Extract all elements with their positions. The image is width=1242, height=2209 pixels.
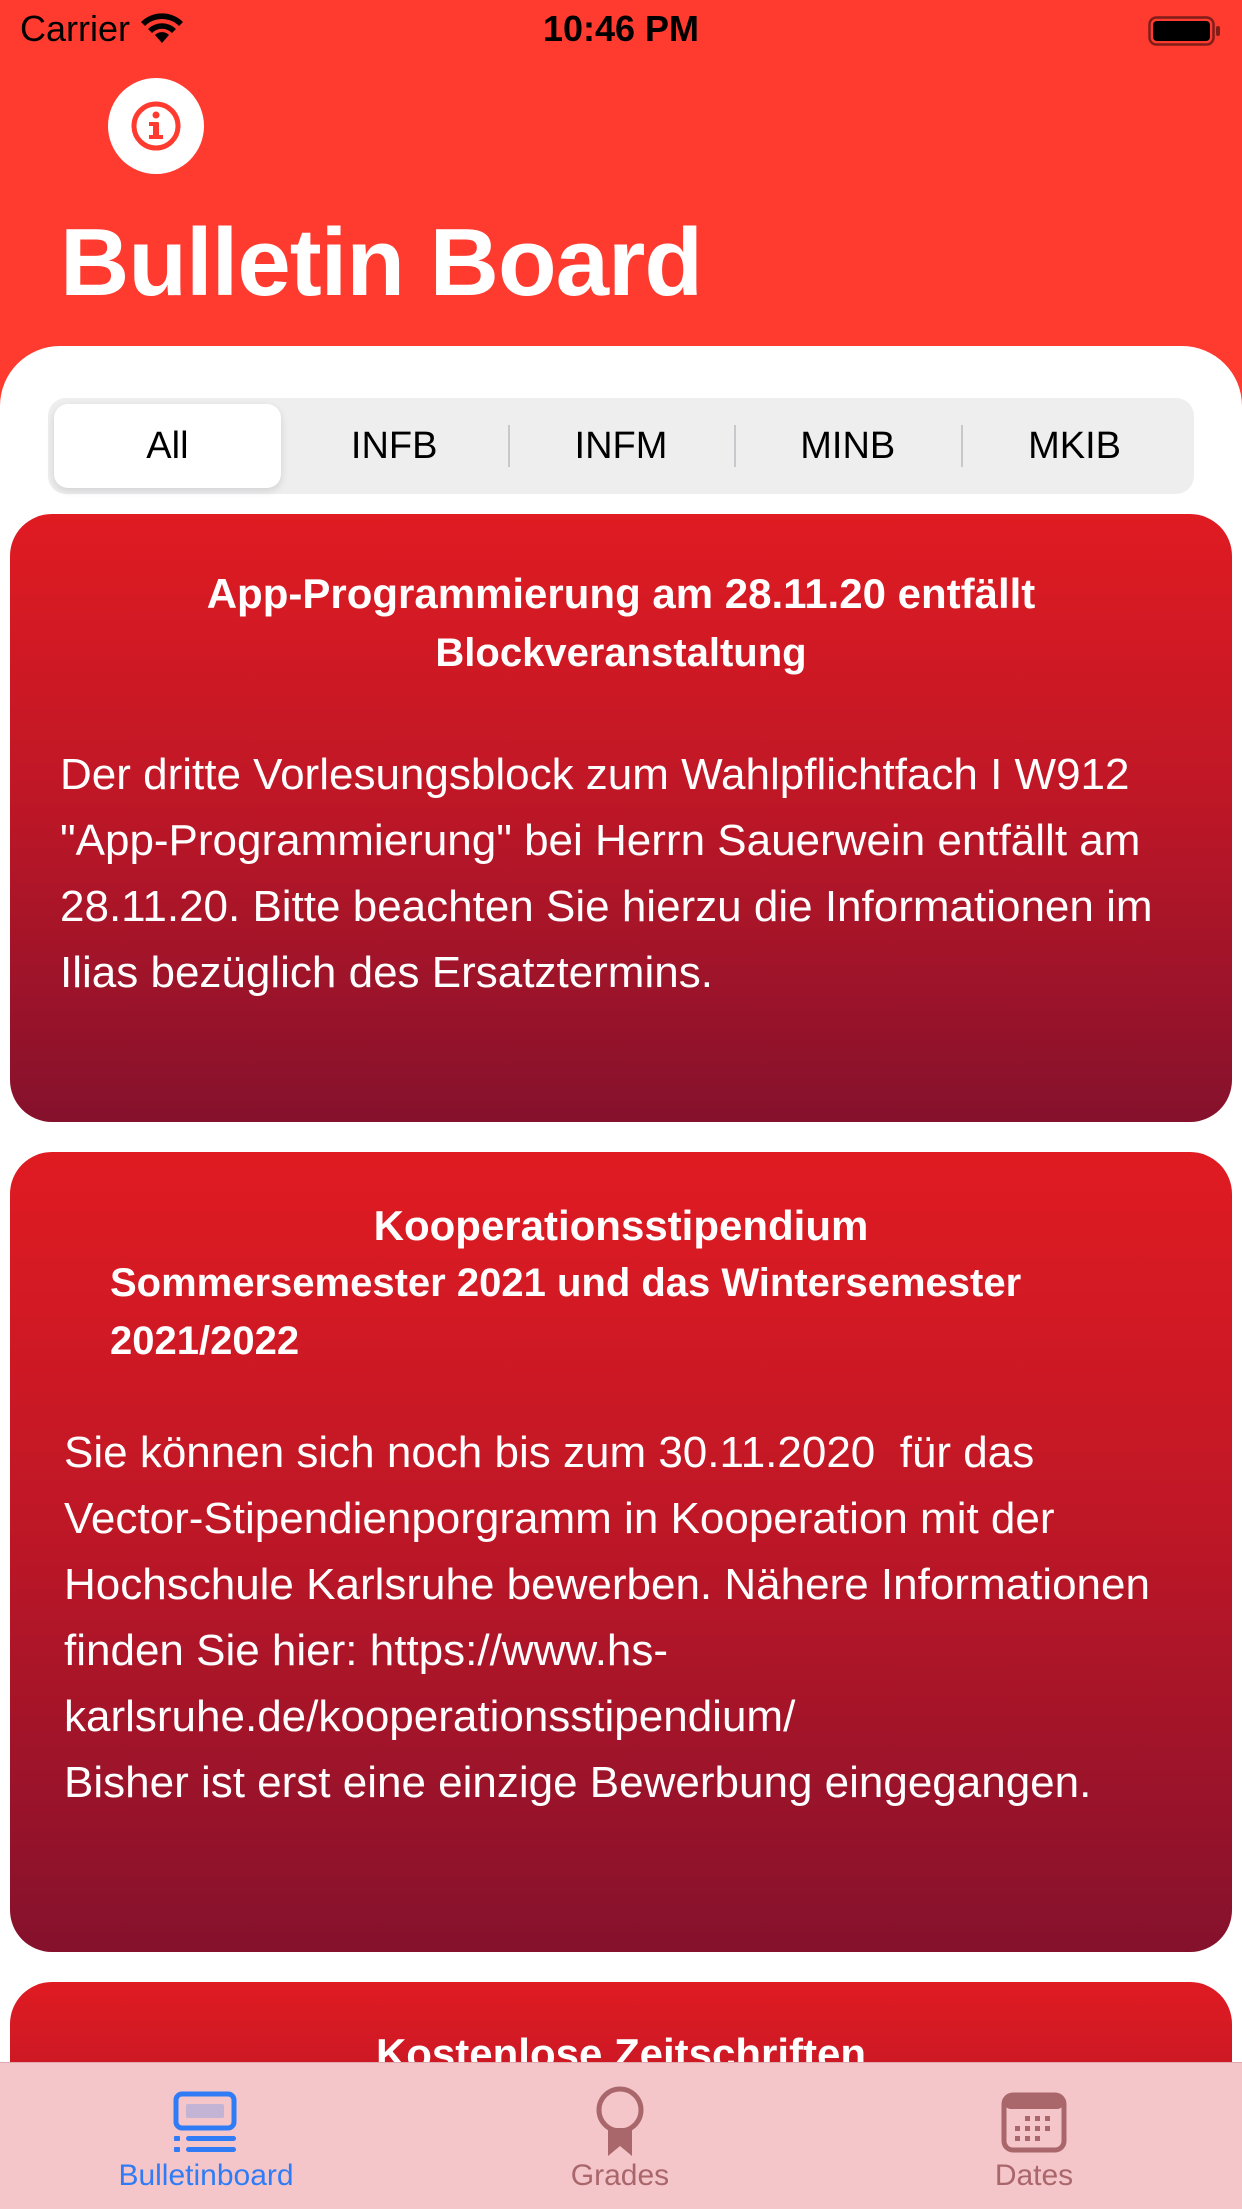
bulletin-title: Kostenlose Zeitschriften xyxy=(375,2030,867,2062)
battery-icon xyxy=(1148,16,1220,46)
info-button[interactable] xyxy=(108,78,204,174)
segment-label: INFM xyxy=(574,424,668,467)
bulletin-title: App-Programmierung am 28.11.20 entfällt xyxy=(206,570,1036,617)
segment-label: MINB xyxy=(800,424,896,467)
clock: 10:46 PM xyxy=(542,8,700,49)
tab-label: Bulletinboard xyxy=(118,2159,294,2192)
bulletinboard-icon xyxy=(173,2091,237,2152)
segment-all[interactable]: All xyxy=(54,404,281,488)
bulletin-subtitle: Sommersemester 2021 und das Wintersemest… xyxy=(110,1261,1022,1363)
segment-infb[interactable]: INFB xyxy=(281,404,508,488)
bulletin-card[interactable]: Kostenlose Zeitschriften xyxy=(10,1982,1232,2062)
segment-label: INFB xyxy=(350,424,438,467)
bulletin-title: Kooperationsstipendium xyxy=(373,1202,869,1249)
status-bar: Carrier 10:46 PM xyxy=(0,0,1242,62)
bulletin-body: Der dritte Vorlesungsblock zum Wahlpflic… xyxy=(60,750,1165,997)
segment-label: MKIB xyxy=(1028,424,1122,467)
segment-infm[interactable]: INFM xyxy=(507,404,735,488)
bulletin-body: Sie können sich noch bis zum 30.11.2020 … xyxy=(64,1428,1150,1807)
tab-label: Grades xyxy=(570,2159,670,2192)
info-icon xyxy=(131,101,181,151)
segment-minb[interactable]: MINB xyxy=(734,404,961,488)
tab-bar: Bulletinboard Grades Dates xyxy=(0,2062,1242,2209)
segment-label: All xyxy=(146,424,189,467)
tab-label: Dates xyxy=(994,2159,1074,2192)
award-icon xyxy=(596,2086,644,2156)
tab-grades[interactable]: Grades xyxy=(460,2063,780,2209)
degree-filter-segmented-control[interactable]: All INFB INFM MINB MKIB xyxy=(48,398,1194,494)
bulletin-subtitle: Blockveranstaltung xyxy=(435,631,807,675)
tab-dates[interactable]: Dates xyxy=(874,2063,1194,2209)
tab-bulletinboard[interactable]: Bulletinboard xyxy=(46,2063,366,2209)
calendar-icon xyxy=(1001,2092,1067,2153)
page-title: Bulletin Board xyxy=(60,209,703,316)
bulletin-list[interactable]: All INFB INFM MINB MKIB App-Programmieru… xyxy=(0,346,1242,2062)
bulletin-card[interactable]: App-Programmierung am 28.11.20 entfällt … xyxy=(10,514,1232,1122)
segment-mkib[interactable]: MKIB xyxy=(961,404,1188,488)
bulletin-card[interactable]: Kooperationsstipendium Sommersemester 20… xyxy=(10,1152,1232,1952)
